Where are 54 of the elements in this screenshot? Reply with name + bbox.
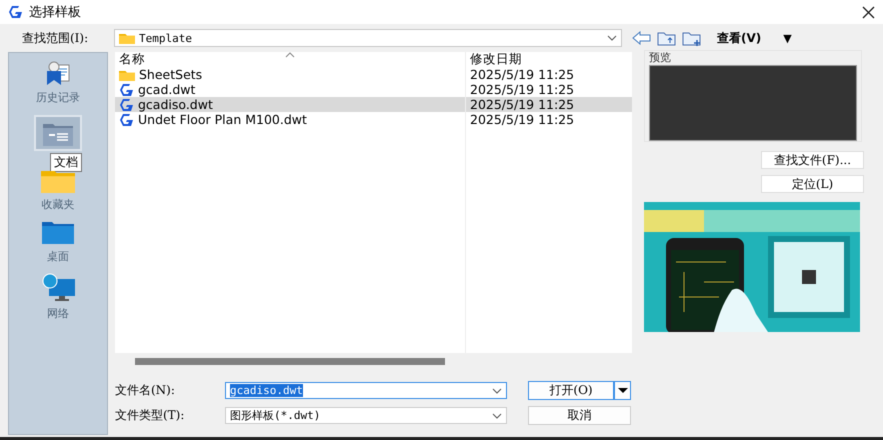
column-header[interactable]: 名称 (119, 51, 145, 68)
file-row[interactable]: SheetSets (115, 67, 465, 82)
view-dropdown-arrow[interactable]: ▼ (783, 32, 792, 44)
back-arrow-icon[interactable] (632, 31, 651, 45)
folder-up-icon[interactable] (657, 30, 676, 46)
close-icon[interactable] (862, 6, 875, 18)
file-type-dropdown[interactable]: 图形样板(*.dwt) (225, 407, 507, 424)
folder-icon (41, 169, 75, 193)
chevron-icon (492, 388, 502, 394)
open-button[interactable]: 打开(O) (528, 381, 614, 400)
view-menu-button[interactable]: 查看(V) (717, 30, 762, 46)
gcad-file-icon (119, 82, 134, 98)
network-icon (40, 273, 76, 302)
look-in-label: 查找范围(I): (22, 30, 90, 46)
documents-folder-icon (42, 122, 74, 146)
file-name: gcadiso.dwt (138, 97, 213, 112)
file-row[interactable]: gcad.dwt (115, 82, 465, 97)
locate-button[interactable]: 定位(L) (761, 175, 864, 193)
file-row[interactable]: Undet Floor Plan M100.dwt (115, 112, 465, 127)
file-date: 2025/5/19 11:25 (470, 97, 574, 112)
look-in-dropdown[interactable]: Template (114, 29, 622, 47)
file-name: gcad.dwt (138, 82, 196, 97)
folder-icon (119, 68, 135, 80)
find-file-button[interactable]: 查找文件(F)... (761, 151, 864, 169)
history-icon (45, 61, 71, 86)
gcad-file-icon (119, 96, 134, 112)
desktop-folder-icon (41, 221, 75, 245)
file-date: 2025/5/19 11:25 (470, 112, 574, 127)
app-logo-icon (8, 4, 23, 20)
file-name: Undet Floor Plan M100.dwt (138, 112, 307, 127)
sidebar-item[interactable]: 桌面 (15, 219, 101, 271)
cancel-button[interactable]: 取消 (528, 406, 631, 425)
file-date: 2025/5/19 11:25 (470, 67, 574, 82)
folder-icon (119, 32, 135, 44)
file-type-label: 文件类型(T): (115, 407, 186, 424)
file-name: SheetSets (139, 67, 202, 82)
tooltip: 文档 (50, 153, 82, 172)
gcad-file-icon (119, 112, 134, 128)
sort-caret-icon (285, 52, 295, 58)
open-options-button[interactable] (614, 381, 631, 400)
column-header[interactable]: 修改日期 (470, 51, 522, 68)
file-name-label: 文件名(N): (115, 382, 176, 399)
scrollbar-thumb[interactable] (135, 358, 445, 364)
file-date: 2025/5/19 11:25 (470, 82, 574, 97)
sidebar-item[interactable]: 网络 (15, 271, 101, 323)
chevron-icon (607, 35, 617, 41)
new-folder-icon[interactable] (682, 30, 701, 46)
file-name-field[interactable]: gcadiso.dwt (225, 382, 507, 399)
preview-label: 预览 (649, 51, 672, 64)
window-title: 选择样板 (29, 4, 82, 21)
caret-icon (618, 388, 628, 393)
chevron-icon (492, 412, 502, 418)
file-row[interactable]: gcadiso.dwt (115, 97, 465, 112)
sidebar-item[interactable]: 历史记录 (15, 59, 101, 111)
